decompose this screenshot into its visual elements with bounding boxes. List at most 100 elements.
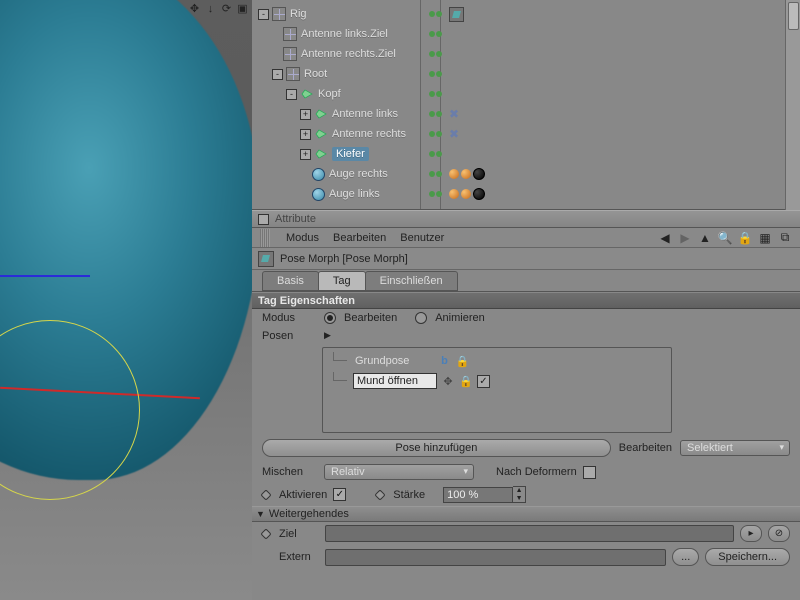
extern-field[interactable]	[325, 549, 666, 566]
up-level-icon[interactable]: ▲	[698, 231, 712, 245]
posemorph-tag-icon[interactable]	[449, 7, 464, 22]
tab-tag[interactable]: Tag	[318, 271, 366, 291]
texture-tag-icon[interactable]	[461, 169, 471, 179]
pose-add-row: Pose hinzufügen Bearbeiten Selektiert	[252, 435, 800, 461]
constraint-tag-icon[interactable]: ✖	[449, 127, 459, 141]
visibility-dots[interactable]	[429, 151, 442, 157]
pose-item-mund-oeffnen[interactable]: ✥ 🔒 ✓	[333, 372, 490, 390]
nav-fwd-icon[interactable]: ▶	[678, 231, 692, 245]
tree-item-antenne-links-ziel[interactable]: Antenne links.Ziel	[258, 24, 800, 44]
tree-item-kopf[interactable]: -Kopf	[258, 84, 800, 104]
visibility-dots[interactable]	[429, 111, 442, 117]
visibility-dots[interactable]	[429, 131, 442, 137]
weitergehendes-header[interactable]: ▼ Weitergehendes	[252, 506, 800, 522]
expander-icon[interactable]: -	[286, 89, 297, 100]
tab-basis[interactable]: Basis	[262, 271, 319, 291]
panel-toggle-icon[interactable]	[258, 214, 269, 225]
expander-icon[interactable]: +	[300, 149, 311, 160]
tree-item-antenne-rechts-ziel[interactable]: Antenne rechts.Ziel	[258, 44, 800, 64]
anim-dot-ziel[interactable]	[260, 528, 271, 539]
maximize-icon[interactable]: ▣	[236, 2, 249, 15]
layout-icon[interactable]: ▦	[758, 231, 772, 245]
expander-icon[interactable]: +	[300, 109, 311, 120]
speichern-button[interactable]: Speichern...	[705, 548, 790, 566]
expander-icon[interactable]: +	[300, 129, 311, 140]
grip-icon[interactable]	[260, 229, 270, 247]
pose-list[interactable]: Grundpose b 🔒 ✥ 🔒 ✓	[322, 347, 672, 433]
object-manager[interactable]: -RigAntenne links.Ziel Antenne rechts.Zie…	[252, 0, 800, 210]
posen-arrow-icon[interactable]: ▶	[324, 330, 331, 341]
nav-back-icon[interactable]: ◀	[658, 231, 672, 245]
tree-item-kiefer[interactable]: +Kiefer	[258, 144, 800, 164]
anim-dot-aktivieren[interactable]	[260, 489, 271, 500]
extern-label: Extern	[279, 551, 319, 563]
tree-item-rig[interactable]: -Rig	[258, 4, 800, 24]
radio-bearbeiten[interactable]	[324, 312, 336, 324]
tree-label: Root	[304, 68, 327, 80]
mischen-dropdown[interactable]: Relativ	[324, 464, 474, 480]
tree-label: Antenne rechts.Ziel	[301, 48, 396, 60]
search-icon[interactable]: 🔍	[718, 231, 732, 245]
expander-icon[interactable]: -	[258, 9, 269, 20]
posen-row: Posen ▶	[252, 327, 800, 345]
visibility-dots[interactable]	[429, 171, 442, 177]
null-icon	[286, 67, 300, 81]
visibility-dots[interactable]	[429, 31, 442, 37]
nach-deformern-checkbox[interactable]	[583, 466, 596, 479]
tree-item-auge-links[interactable]: Auge links	[258, 184, 800, 204]
lock-icon[interactable]: 🔒	[738, 231, 752, 245]
spinner-down-icon[interactable]: ▼	[513, 495, 525, 503]
visibility-dots[interactable]	[429, 191, 442, 197]
visibility-dots[interactable]	[429, 91, 442, 97]
scrollbar-thumb[interactable]	[788, 2, 799, 30]
bearbeiten-dd-label: Bearbeiten	[619, 442, 672, 454]
bearbeiten-dropdown[interactable]: Selektiert	[680, 440, 790, 456]
constraint-tag-icon[interactable]: ✖	[449, 107, 459, 121]
ziel-field[interactable]	[325, 525, 734, 542]
expander-icon[interactable]: -	[272, 69, 283, 80]
tree-label: Antenne links	[332, 108, 398, 120]
staerke-input[interactable]	[443, 487, 513, 503]
add-pose-button[interactable]: Pose hinzufügen	[262, 439, 611, 457]
down-icon[interactable]: ↓	[204, 2, 217, 15]
visibility-dots[interactable]	[429, 51, 442, 57]
extern-row: Extern ... Speichern...	[252, 545, 800, 569]
pose-target-icon[interactable]: ✥	[441, 374, 455, 388]
ziel-label: Ziel	[279, 528, 319, 540]
spinner-up-icon[interactable]: ▲	[513, 487, 525, 495]
pose-enable-checkbox[interactable]: ✓	[477, 375, 490, 388]
scrollbar-vertical[interactable]	[785, 0, 800, 210]
visibility-dots[interactable]	[429, 11, 442, 17]
rotate-icon[interactable]: ⟳	[220, 2, 233, 15]
pose-name-input[interactable]	[353, 373, 437, 389]
texture-tag-icon[interactable]	[461, 189, 471, 199]
menu-bearbeiten[interactable]: Bearbeiten	[333, 232, 386, 244]
collapse-triangle-icon: ▼	[256, 509, 265, 519]
pose-b-icon[interactable]: b	[437, 354, 451, 368]
viewport-3d[interactable]: ✥ ↓ ⟳ ▣	[0, 0, 252, 600]
texture-tag-icon[interactable]	[449, 169, 459, 179]
menu-benutzer[interactable]: Benutzer	[400, 232, 444, 244]
staerke-label: Stärke	[393, 489, 425, 501]
ziel-clear-button[interactable]: ⊘	[768, 525, 790, 542]
material-tag-icon[interactable]	[473, 188, 485, 200]
tree-item-antenne-links[interactable]: + Antenne links ✖	[258, 104, 800, 124]
menu-modus[interactable]: Modus	[286, 232, 319, 244]
staerke-spinner[interactable]: ▲▼	[443, 486, 526, 503]
visibility-dots[interactable]	[429, 71, 442, 77]
pose-item-grundpose[interactable]: Grundpose b 🔒	[333, 352, 469, 370]
tree-item-root[interactable]: - Root	[258, 64, 800, 84]
pose-lock-icon-2[interactable]: 🔒	[459, 374, 473, 388]
ziel-pick-button[interactable]: ▸	[740, 525, 762, 542]
pose-lock-icon[interactable]: 🔒	[455, 354, 469, 368]
tab-einschliessen[interactable]: Einschließen	[365, 271, 458, 291]
radio-animieren[interactable]	[415, 312, 427, 324]
texture-tag-icon[interactable]	[449, 189, 459, 199]
extern-browse-button[interactable]: ...	[672, 548, 699, 566]
anim-dot-staerke[interactable]	[375, 489, 386, 500]
tree-item-antenne-rechts[interactable]: +Antenne rechts✖	[258, 124, 800, 144]
new-icon[interactable]: ⧉	[778, 231, 792, 245]
tree-item-auge-rechts[interactable]: Auge rechts	[258, 164, 800, 184]
material-tag-icon[interactable]	[473, 168, 485, 180]
aktivieren-checkbox[interactable]	[333, 488, 346, 501]
